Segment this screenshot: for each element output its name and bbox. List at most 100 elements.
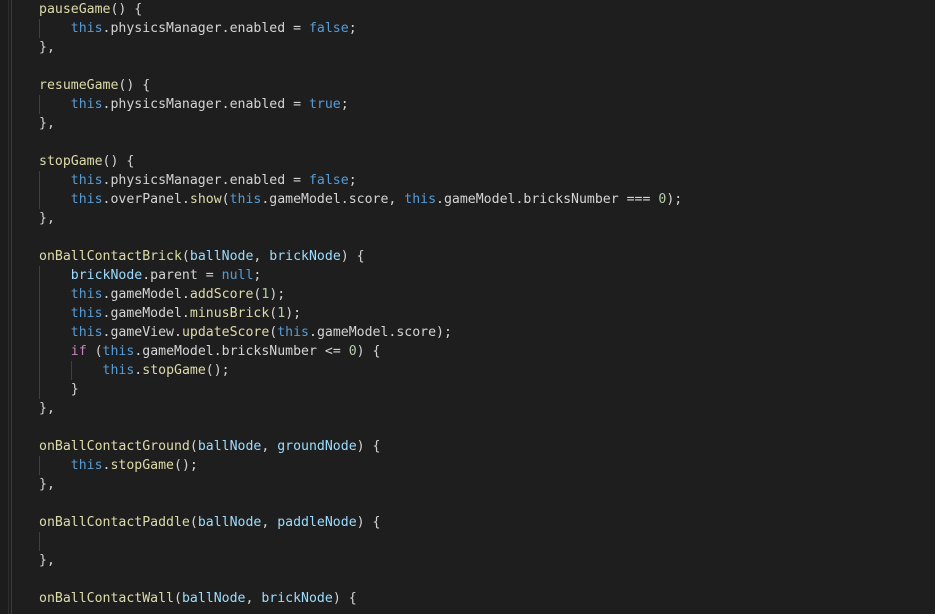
code-line[interactable]: }, bbox=[12, 399, 935, 418]
code-line[interactable] bbox=[12, 532, 935, 551]
code-line-text: this.gameView.updateScore(this.gameModel… bbox=[12, 325, 452, 340]
code-token: ) { bbox=[332, 591, 357, 606]
code-line[interactable]: this.overPanel.show(this.gameModel.score… bbox=[12, 190, 935, 209]
code-line[interactable]: }, bbox=[12, 209, 935, 228]
code-token: ; bbox=[348, 21, 357, 36]
code-line-text: if (this.gameModel.bricksNumber <= 0) { bbox=[12, 344, 381, 359]
code-line[interactable]: this.physicsManager.enabled = false; bbox=[12, 171, 935, 190]
code-token: } bbox=[39, 382, 79, 397]
code-token: ); bbox=[666, 192, 683, 207]
code-token: ballNode bbox=[189, 249, 254, 264]
code-line-text: brickNode.parent = null; bbox=[12, 268, 262, 283]
indent-guide bbox=[39, 532, 40, 551]
code-line[interactable]: pauseGame() { bbox=[12, 0, 935, 19]
code-token: this bbox=[277, 325, 309, 340]
code-line[interactable] bbox=[12, 133, 935, 152]
code-line[interactable]: stopGame() { bbox=[12, 152, 935, 171]
code-token: }, bbox=[39, 401, 55, 416]
code-token: ; bbox=[348, 173, 357, 188]
code-token: .overPanel. bbox=[102, 192, 190, 207]
code-token: = bbox=[293, 173, 309, 188]
code-token: 1 bbox=[277, 306, 286, 321]
code-line[interactable]: this.stopGame(); bbox=[12, 361, 935, 380]
code-token: ( bbox=[189, 515, 198, 530]
code-token: this bbox=[102, 344, 135, 359]
code-token: === bbox=[626, 192, 659, 207]
code-token: ballNode bbox=[181, 591, 246, 606]
code-token: onBallContactGround bbox=[39, 439, 190, 454]
code-line[interactable] bbox=[12, 228, 935, 247]
code-line[interactable]: onBallContactBrick(ballNode, brickNode) … bbox=[12, 247, 935, 266]
code-line[interactable]: brickNode.parent = null; bbox=[12, 266, 935, 285]
code-viewport[interactable]: pauseGame() { this.physicsManager.enable… bbox=[12, 0, 935, 614]
code-token: , bbox=[253, 249, 270, 264]
code-token: = bbox=[205, 268, 222, 283]
code-line[interactable]: this.gameModel.addScore(1); bbox=[12, 285, 935, 304]
code-token: ( bbox=[181, 249, 190, 264]
code-line[interactable]: } bbox=[12, 380, 935, 399]
code-token: () { bbox=[102, 154, 135, 169]
code-content[interactable]: pauseGame() { this.physicsManager.enable… bbox=[12, 0, 935, 608]
code-line[interactable] bbox=[12, 494, 935, 513]
code-token: }, bbox=[39, 40, 55, 55]
code-token: pauseGame bbox=[39, 2, 111, 17]
code-token: ) { bbox=[356, 344, 381, 359]
code-token: , bbox=[261, 515, 278, 530]
code-token: false bbox=[308, 21, 349, 36]
code-line[interactable]: this.physicsManager.enabled = true; bbox=[12, 95, 935, 114]
code-line[interactable]: onBallContactWall(ballNode, brickNode) { bbox=[12, 589, 935, 608]
code-token: .gameModel.score bbox=[309, 325, 437, 340]
code-token: ( bbox=[86, 344, 103, 359]
code-line[interactable]: }, bbox=[12, 38, 935, 57]
code-token: this bbox=[404, 192, 437, 207]
code-line[interactable]: this.gameModel.minusBrick(1); bbox=[12, 304, 935, 323]
code-token: minusBrick bbox=[189, 306, 270, 321]
code-line-text: } bbox=[12, 382, 79, 397]
code-line-text: }, bbox=[12, 401, 55, 416]
code-line[interactable] bbox=[12, 57, 935, 76]
code-line[interactable]: resumeGame() { bbox=[12, 76, 935, 95]
code-token: }, bbox=[39, 116, 55, 131]
code-line-text: this.stopGame(); bbox=[12, 363, 230, 378]
code-line[interactable]: onBallContactPaddle(ballNode, paddleNode… bbox=[12, 513, 935, 532]
code-line[interactable]: onBallContactGround(ballNode, groundNode… bbox=[12, 437, 935, 456]
code-line-text: }, bbox=[12, 553, 55, 568]
code-line-text: onBallContactPaddle(ballNode, paddleNode… bbox=[12, 515, 380, 530]
code-line[interactable]: if (this.gameModel.bricksNumber <= 0) { bbox=[12, 342, 935, 361]
code-token: ); bbox=[436, 325, 452, 340]
code-line[interactable]: this.physicsManager.enabled = false; bbox=[12, 19, 935, 38]
code-token: onBallContactPaddle bbox=[39, 515, 190, 530]
code-line[interactable]: }, bbox=[12, 114, 935, 133]
code-line-text: this.physicsManager.enabled = false; bbox=[12, 173, 357, 188]
code-token: , bbox=[245, 591, 262, 606]
code-line-text: this.physicsManager.enabled = true; bbox=[12, 97, 349, 112]
code-line[interactable]: this.stopGame(); bbox=[12, 456, 935, 475]
code-token: ballNode bbox=[197, 515, 262, 530]
code-token: resumeGame bbox=[39, 78, 119, 93]
code-line[interactable] bbox=[12, 418, 935, 437]
code-token: this bbox=[70, 287, 103, 302]
code-token: groundNode bbox=[277, 439, 357, 454]
code-line[interactable]: }, bbox=[12, 475, 935, 494]
code-line-text: }, bbox=[12, 211, 55, 226]
code-line[interactable] bbox=[12, 570, 935, 589]
code-token: }, bbox=[39, 477, 55, 492]
code-line[interactable]: this.gameView.updateScore(this.gameModel… bbox=[12, 323, 935, 342]
code-token: paddleNode bbox=[277, 515, 357, 530]
code-token: brickNode bbox=[70, 268, 143, 283]
code-line[interactable]: }, bbox=[12, 551, 935, 570]
code-token: onBallContactBrick bbox=[39, 249, 182, 264]
code-line-text: this.stopGame(); bbox=[12, 458, 198, 473]
code-editor[interactable]: pauseGame() { this.physicsManager.enable… bbox=[0, 0, 935, 614]
code-token: (); bbox=[205, 363, 230, 378]
